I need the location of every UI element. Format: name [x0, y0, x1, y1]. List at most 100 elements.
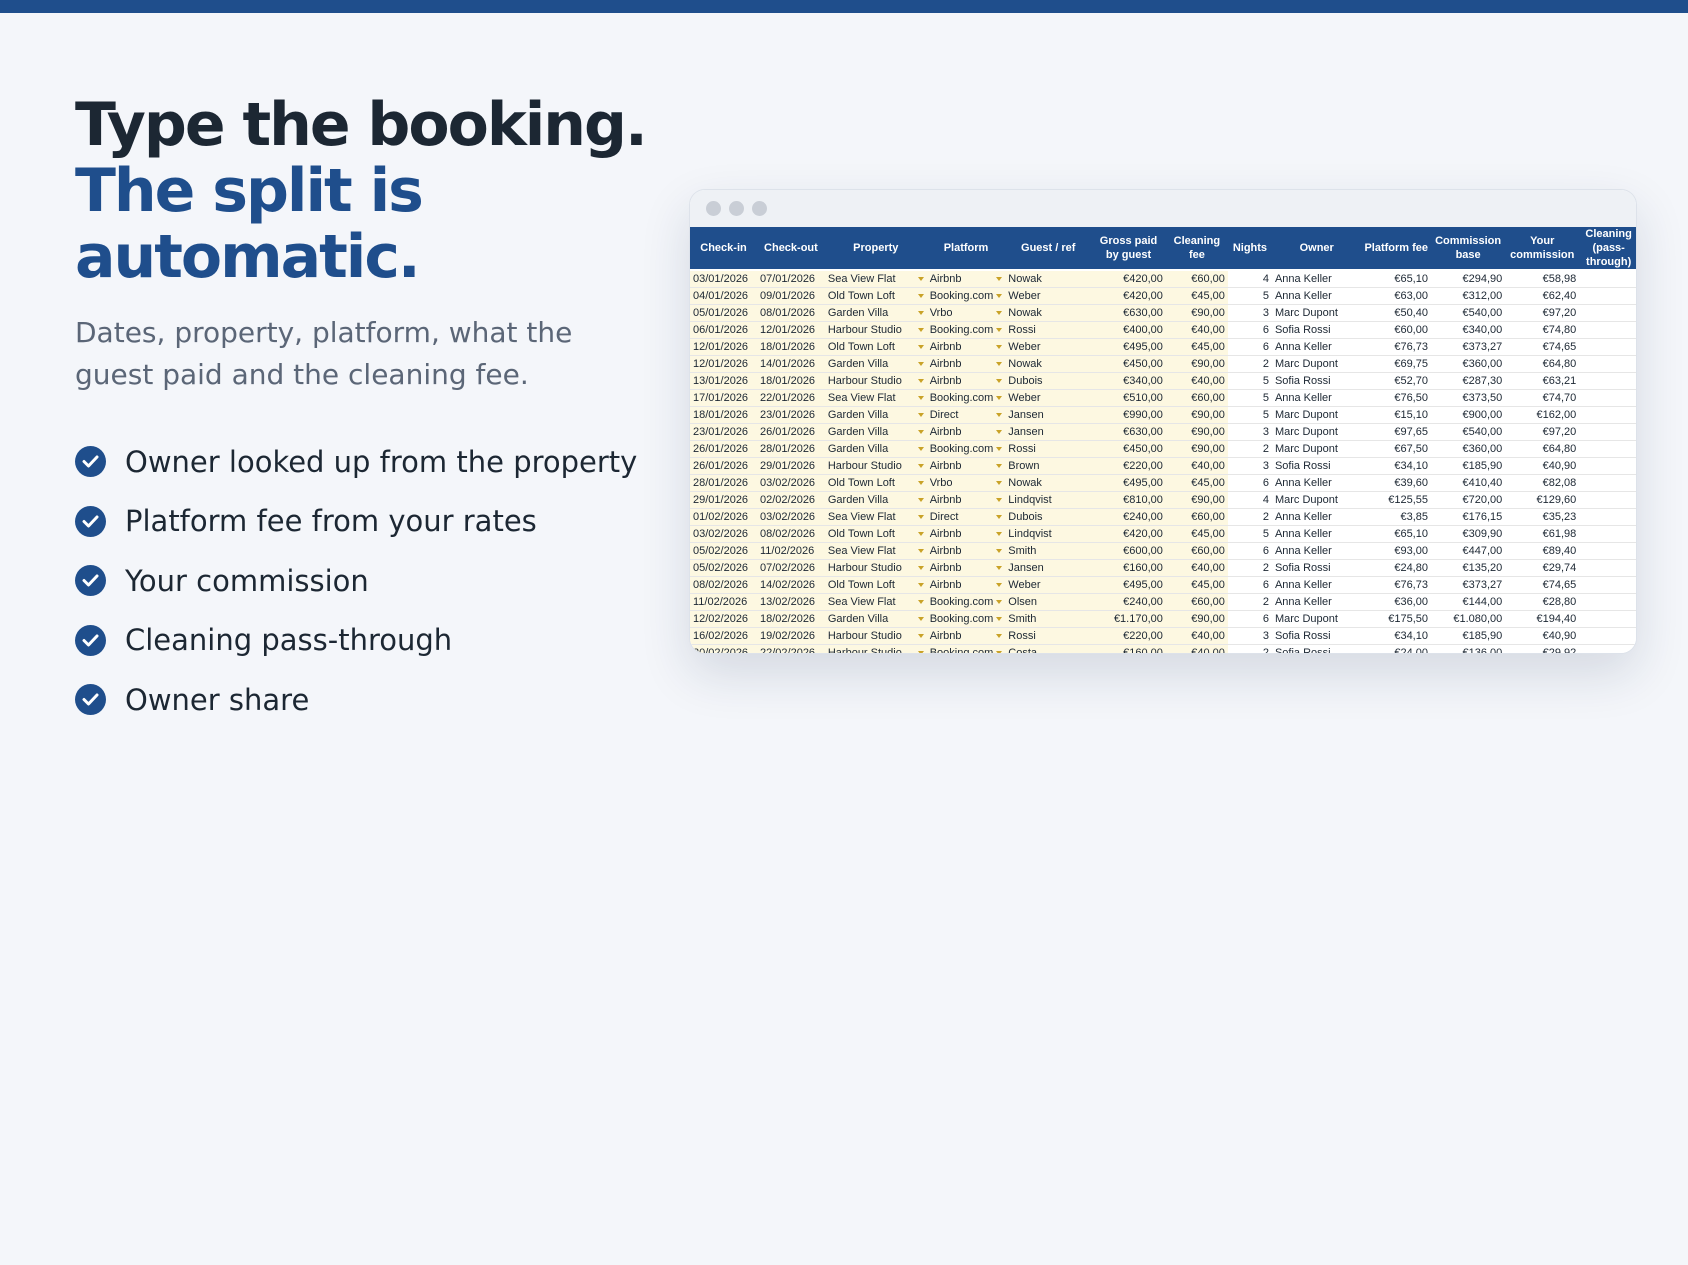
table-cell[interactable]: €135,20	[1430, 559, 1506, 578]
table-cell[interactable]: €810,00	[1091, 491, 1166, 510]
table-cell[interactable]: Rossi	[1005, 321, 1092, 340]
table-cell[interactable]: Weber	[1005, 576, 1092, 595]
table-cell[interactable]: 03/02/2026	[690, 525, 757, 544]
table-cell[interactable]: €90,00	[1165, 610, 1228, 629]
table-cell[interactable]: 19/02/2026	[757, 627, 825, 646]
column-header[interactable]: Cleaning fee	[1165, 227, 1228, 269]
table-cell[interactable]: 3	[1227, 423, 1272, 442]
table-cell[interactable]: €34,10	[1361, 457, 1431, 476]
table-cell[interactable]: Weber	[1005, 389, 1092, 408]
table-cell[interactable]: 2	[1227, 440, 1272, 459]
table-cell[interactable]	[1579, 508, 1636, 527]
table-cell[interactable]: Sofia Rossi	[1271, 321, 1362, 340]
table-cell[interactable]: Weber	[1005, 338, 1092, 357]
table-cell[interactable]: Dubois	[1005, 508, 1092, 527]
table-cell[interactable]: €60,00	[1165, 271, 1228, 289]
table-cell[interactable]: 12/01/2026	[757, 321, 825, 340]
table-cell[interactable]: €540,00	[1430, 423, 1506, 442]
table-cell[interactable]	[1579, 355, 1636, 374]
table-cell[interactable]: €93,00	[1361, 542, 1431, 561]
dropdown-cell[interactable]: Airbnb	[926, 423, 1006, 442]
table-cell[interactable]	[1579, 423, 1636, 442]
table-cell[interactable]: €450,00	[1091, 355, 1166, 374]
dropdown-cell[interactable]: Sea View Flat	[824, 542, 927, 561]
table-cell[interactable]: €74,65	[1505, 338, 1580, 357]
table-cell[interactable]: €176,15	[1430, 508, 1506, 527]
table-cell[interactable]: Lindqvist	[1005, 525, 1092, 544]
table-cell[interactable]: Olsen	[1005, 593, 1092, 612]
table-cell[interactable]: 07/01/2026	[757, 271, 825, 289]
table-cell[interactable]: €74,70	[1505, 389, 1580, 408]
table-cell[interactable]: 26/01/2026	[690, 457, 757, 476]
table-cell[interactable]: 4	[1227, 271, 1272, 289]
table-cell[interactable]: 12/01/2026	[690, 338, 757, 357]
table-cell[interactable]	[1579, 389, 1636, 408]
table-cell[interactable]: €60,00	[1361, 321, 1431, 340]
table-cell[interactable]: €82,08	[1505, 474, 1580, 493]
table-cell[interactable]: €63,00	[1361, 287, 1431, 306]
table-cell[interactable]: €45,00	[1165, 338, 1228, 357]
table-cell[interactable]: €40,00	[1165, 321, 1228, 340]
dropdown-cell[interactable]: Booking.com	[926, 389, 1006, 408]
table-cell[interactable]: 23/01/2026	[757, 406, 825, 425]
table-cell[interactable]: €76,73	[1361, 338, 1431, 357]
table-cell[interactable]: €420,00	[1091, 287, 1166, 306]
table-cell[interactable]: 5	[1227, 372, 1272, 391]
dropdown-cell[interactable]: Booking.com	[926, 287, 1006, 306]
table-cell[interactable]: €160,00	[1091, 559, 1166, 578]
table-cell[interactable]: €990,00	[1091, 406, 1166, 425]
table-cell[interactable]	[1579, 559, 1636, 578]
dropdown-cell[interactable]: Booking.com	[926, 644, 1006, 653]
table-cell[interactable]: €630,00	[1091, 423, 1166, 442]
table-cell[interactable]: 18/01/2026	[757, 372, 825, 391]
table-cell[interactable]: 04/01/2026	[690, 287, 757, 306]
table-cell[interactable]: 28/01/2026	[690, 474, 757, 493]
table-cell[interactable]: €45,00	[1165, 576, 1228, 595]
table-cell[interactable]: €630,00	[1091, 304, 1166, 323]
table-cell[interactable]	[1579, 304, 1636, 323]
table-cell[interactable]: €447,00	[1430, 542, 1506, 561]
table-cell[interactable]: Nowak	[1005, 474, 1092, 493]
table-cell[interactable]: 2	[1227, 355, 1272, 374]
column-header[interactable]: Your commission	[1505, 227, 1580, 269]
dropdown-cell[interactable]: Sea View Flat	[824, 271, 927, 289]
table-cell[interactable]: 05/02/2026	[690, 559, 757, 578]
table-cell[interactable]: €175,50	[1361, 610, 1431, 629]
table-cell[interactable]: €45,00	[1165, 287, 1228, 306]
table-cell[interactable]: €45,00	[1165, 474, 1228, 493]
dropdown-cell[interactable]: Direct	[926, 508, 1006, 527]
table-cell[interactable]	[1579, 576, 1636, 595]
table-cell[interactable]: €720,00	[1430, 491, 1506, 510]
table-cell[interactable]: €40,00	[1165, 372, 1228, 391]
table-cell[interactable]	[1579, 287, 1636, 306]
table-cell[interactable]: 29/01/2026	[757, 457, 825, 476]
column-header[interactable]: Property	[824, 227, 927, 269]
table-cell[interactable]	[1579, 474, 1636, 493]
table-cell[interactable]: €373,50	[1430, 389, 1506, 408]
table-cell[interactable]	[1579, 542, 1636, 561]
table-cell[interactable]: 11/02/2026	[757, 542, 825, 561]
table-cell[interactable]: €90,00	[1165, 304, 1228, 323]
table-cell[interactable]: 08/02/2026	[690, 576, 757, 595]
table-cell[interactable]: 03/02/2026	[757, 474, 825, 493]
table-cell[interactable]: Sofia Rossi	[1271, 644, 1362, 653]
table-cell[interactable]: €90,00	[1165, 491, 1228, 510]
table-cell[interactable]: €185,90	[1430, 457, 1506, 476]
table-cell[interactable]: 3	[1227, 304, 1272, 323]
table-cell[interactable]: €65,10	[1361, 525, 1431, 544]
table-cell[interactable]: €900,00	[1430, 406, 1506, 425]
table-cell[interactable]: 26/01/2026	[757, 423, 825, 442]
table-cell[interactable]: Anna Keller	[1271, 389, 1362, 408]
table-cell[interactable]: €15,10	[1361, 406, 1431, 425]
dropdown-cell[interactable]: Airbnb	[926, 559, 1006, 578]
table-cell[interactable]: Nowak	[1005, 304, 1092, 323]
table-cell[interactable]: Costa	[1005, 644, 1092, 653]
column-header[interactable]: Check-out	[757, 227, 825, 269]
table-cell[interactable]: €373,27	[1430, 338, 1506, 357]
dropdown-cell[interactable]: Sea View Flat	[824, 593, 927, 612]
dropdown-cell[interactable]: Garden Villa	[824, 423, 927, 442]
table-cell[interactable]: €65,10	[1361, 271, 1431, 289]
table-cell[interactable]: €294,90	[1430, 271, 1506, 289]
table-cell[interactable]: 6	[1227, 321, 1272, 340]
table-cell[interactable]: 3	[1227, 457, 1272, 476]
